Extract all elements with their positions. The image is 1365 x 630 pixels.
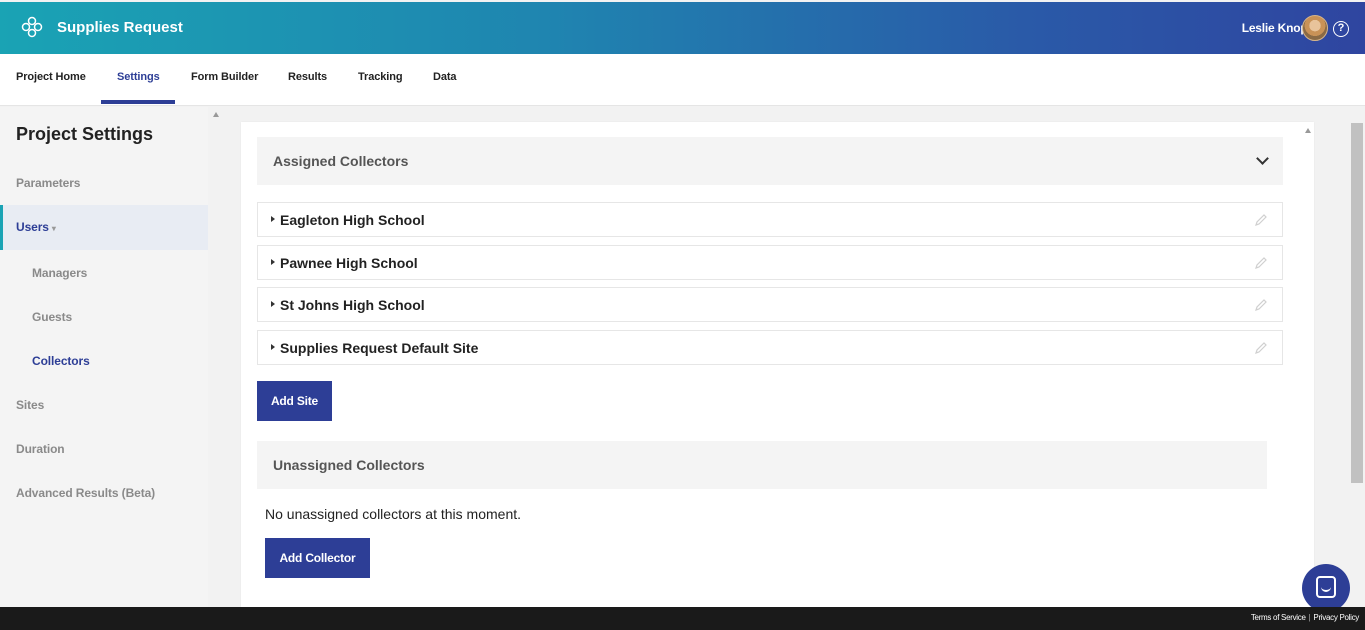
project-tabs: Project Home Settings Form Builder Resul… — [0, 54, 1365, 106]
app-title[interactable]: Supplies Request — [57, 19, 183, 36]
help-icon[interactable]: ? — [1333, 21, 1349, 37]
site-name: St Johns High School — [280, 297, 425, 313]
caret-right-icon[interactable] — [271, 259, 275, 265]
sidebar-item-parameters[interactable]: Parameters — [16, 176, 80, 190]
site-row[interactable]: Supplies Request Default Site — [257, 330, 1283, 365]
footer-separator: | — [1308, 613, 1311, 622]
sidebar-item-advanced-results[interactable]: Advanced Results (Beta) — [16, 486, 155, 500]
caret-right-icon[interactable] — [271, 344, 275, 350]
site-name: Supplies Request Default Site — [280, 340, 479, 356]
pencil-icon[interactable] — [1254, 298, 1268, 312]
app-header: Supplies Request Leslie Knope ? — [0, 2, 1365, 54]
sidebar-item-duration[interactable]: Duration — [16, 442, 65, 456]
tab-project-home[interactable]: Project Home — [16, 54, 86, 106]
assigned-collectors-title: Assigned Collectors — [273, 153, 409, 169]
tab-settings[interactable]: Settings — [117, 54, 160, 106]
site-row[interactable]: St Johns High School — [257, 287, 1283, 322]
settings-sidebar: Project Settings Parameters Users ▾ Manag… — [0, 107, 208, 607]
sidebar-item-users[interactable]: Users ▾ — [16, 220, 56, 234]
pencil-icon[interactable] — [1254, 213, 1268, 227]
chat-launcher-button[interactable] — [1302, 564, 1350, 612]
add-collector-button[interactable]: Add Collector — [265, 538, 370, 578]
chevron-down-icon[interactable] — [1256, 152, 1269, 165]
terms-link[interactable]: Terms of Service — [1251, 613, 1306, 622]
pencil-icon[interactable] — [1254, 341, 1268, 355]
tab-data[interactable]: Data — [433, 54, 457, 106]
page-footer: Terms of Service | Privacy Policy — [0, 607, 1365, 630]
avatar[interactable] — [1302, 15, 1328, 41]
sidebar-item-guests[interactable]: Guests — [32, 310, 72, 324]
tab-tracking[interactable]: Tracking — [358, 54, 403, 106]
scroll-up-arrow-icon[interactable] — [213, 112, 219, 117]
site-name: Eagleton High School — [280, 212, 425, 228]
chat-icon — [1316, 576, 1336, 598]
empty-state-text: No unassigned collectors at this moment. — [265, 506, 522, 522]
site-name: Pawnee High School — [280, 255, 418, 271]
caret-right-icon[interactable] — [271, 301, 275, 307]
card-scroll-up-arrow-icon[interactable] — [1305, 128, 1311, 133]
sidebar-item-sites[interactable]: Sites — [16, 398, 44, 412]
sidebar-title: Project Settings — [16, 124, 154, 144]
caret-right-icon[interactable] — [271, 216, 275, 222]
privacy-link[interactable]: Privacy Policy — [1313, 613, 1359, 622]
collectors-panel: Assigned Collectors Eagleton High School… — [241, 122, 1314, 607]
tab-results[interactable]: Results — [288, 54, 327, 106]
add-site-button[interactable]: Add Site — [257, 381, 332, 421]
pencil-icon[interactable] — [1254, 256, 1268, 270]
assigned-collectors-header[interactable]: Assigned Collectors — [257, 137, 1283, 185]
site-row[interactable]: Eagleton High School — [257, 202, 1283, 237]
tab-form-builder[interactable]: Form Builder — [191, 54, 258, 106]
caret-down-icon: ▾ — [51, 224, 56, 233]
sidebar-scrollbar[interactable] — [208, 107, 225, 607]
sidebar-item-collectors[interactable]: Collectors — [32, 354, 90, 368]
sidebar-item-managers[interactable]: Managers — [32, 266, 87, 280]
active-tab-indicator — [101, 100, 175, 104]
unassigned-collectors-header: Unassigned Collectors — [257, 441, 1267, 489]
app-logo-icon[interactable] — [21, 16, 43, 38]
footer-links: Terms of Service | Privacy Policy — [1251, 613, 1359, 622]
sidebar-item-users-label: Users — [16, 220, 49, 234]
page-scrollbar-thumb[interactable] — [1351, 123, 1363, 483]
unassigned-collectors-title: Unassigned Collectors — [273, 457, 425, 473]
site-row[interactable]: Pawnee High School — [257, 245, 1283, 280]
